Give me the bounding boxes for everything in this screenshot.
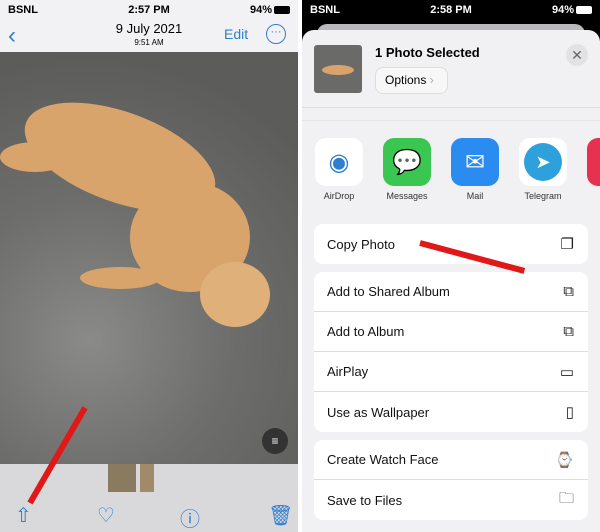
copy-icon: ❐ bbox=[560, 236, 574, 253]
add-shared-album-action[interactable]: Add to Shared Album ⧉ bbox=[314, 272, 588, 312]
close-button[interactable]: ✕ bbox=[566, 44, 588, 66]
copy-photo-action[interactable]: Copy Photo ❐ bbox=[314, 224, 588, 264]
sheet-title: 1 Photo Selected bbox=[375, 45, 480, 60]
photo-thumbnail bbox=[314, 45, 362, 93]
photo-date: 9 July 2021 bbox=[115, 21, 183, 36]
add-album-icon: ⧉ bbox=[563, 323, 574, 340]
status-bar: BSNL 2:57 PM 94% bbox=[0, 0, 298, 20]
options-button[interactable]: Options › bbox=[375, 67, 448, 94]
watch-icon: ⌚ bbox=[555, 451, 574, 469]
status-bar: BSNL 2:58 PM 94% bbox=[302, 0, 600, 20]
app-label: Telegram bbox=[524, 191, 562, 201]
clock: 2:57 PM bbox=[128, 4, 170, 16]
more-icon[interactable]: ··· bbox=[266, 24, 286, 44]
shared-album-icon: ⧉ bbox=[563, 283, 574, 300]
airplay-icon: ▭ bbox=[559, 363, 574, 381]
thumbnail-strip[interactable] bbox=[108, 464, 158, 492]
share-icon[interactable]: ⇧ bbox=[15, 503, 32, 528]
action-group: Create Watch Face ⌚ Save to Files 🗀 bbox=[314, 440, 588, 520]
wallpaper-action[interactable]: Use as Wallpaper ▯ bbox=[314, 392, 588, 432]
action-group: Add to Shared Album ⧉ Add to Album ⧉ AirPl… bbox=[314, 272, 588, 432]
add-album-action[interactable]: Add to Album ⧉ bbox=[314, 312, 588, 352]
info-icon[interactable]: ⓘ bbox=[180, 503, 200, 532]
airplay-action[interactable]: AirPlay ▭ bbox=[314, 352, 588, 392]
clock: 2:58 PM bbox=[430, 4, 472, 16]
cat-photo[interactable]: ≡ bbox=[0, 52, 298, 464]
photo-time: 9:51 AM bbox=[134, 38, 164, 47]
telegram-icon[interactable]: ➤ bbox=[519, 138, 567, 186]
app-label: Messages bbox=[386, 191, 428, 201]
action-group: Copy Photo ❐ bbox=[314, 224, 588, 264]
folder-icon: 🗀 bbox=[558, 489, 574, 507]
live-text-icon[interactable]: ≡ bbox=[262, 428, 288, 454]
app-label: AirDrop bbox=[323, 191, 355, 201]
partial-app-icon[interactable] bbox=[587, 138, 600, 186]
nav-bar: ‹ 9 July 2021 9:51 AM Edit ··· bbox=[0, 20, 298, 52]
airdrop-icon[interactable]: ◉ bbox=[315, 138, 363, 186]
messages-icon[interactable]: 💬 bbox=[383, 138, 431, 186]
phone-icon: ▯ bbox=[565, 404, 574, 421]
app-label: Mail bbox=[466, 191, 484, 201]
trash-icon[interactable]: 🗑 bbox=[268, 503, 293, 528]
save-to-files-action[interactable]: Save to Files 🗀 bbox=[314, 480, 588, 520]
heart-icon[interactable]: ♡ bbox=[97, 503, 115, 528]
mail-icon[interactable]: ✉ bbox=[451, 138, 499, 186]
share-sheet-screen: BSNL 2:58 PM 94% 1 Photo Selected Option… bbox=[302, 0, 600, 532]
photos-screen: BSNL 2:57 PM 94% ‹ 9 July 2021 9:51 AM E… bbox=[0, 0, 298, 532]
watch-face-action[interactable]: Create Watch Face ⌚ bbox=[314, 440, 588, 480]
edit-button[interactable]: Edit bbox=[224, 26, 248, 42]
